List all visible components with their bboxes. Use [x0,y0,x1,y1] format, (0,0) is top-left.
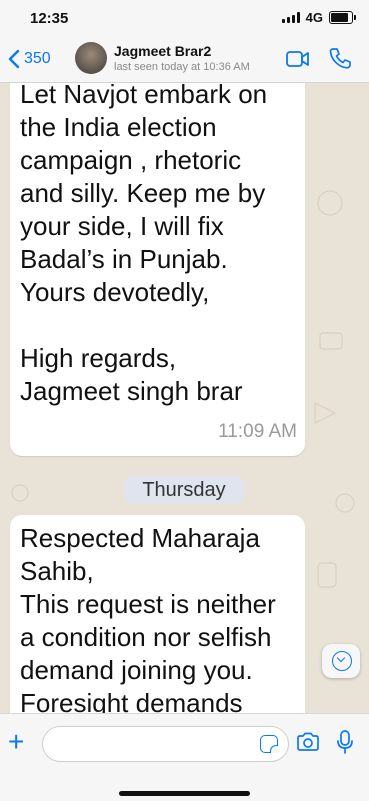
message-line: Jagmeet singh brar [20,376,243,406]
status-time: 12:35 [30,10,69,27]
microphone-icon[interactable] [336,730,354,754]
battery-icon [329,11,356,24]
sticker-icon[interactable] [260,735,278,753]
contact-info[interactable]: Jagmeet Brar2 last seen today at 10:36 A… [114,43,250,73]
message-line: demand joining you. [20,655,253,685]
message-composer: + [0,713,369,801]
message-line: Sahib, [20,556,94,586]
message-bubble-incoming[interactable]: Let Navjot embark on the India election … [10,83,305,456]
message-line: Respected Maharaja [20,523,260,553]
unread-count: 350 [24,50,51,67]
chevron-down-icon [332,651,352,671]
message-time: 11:09 AM [218,421,297,442]
message-line: and silly. Keep me by [20,178,266,208]
scroll-to-bottom-button[interactable] [322,644,360,678]
plus-icon[interactable]: + [8,728,24,756]
contact-name: Jagmeet Brar2 [114,43,212,59]
message-line: Yours devotedly, [20,277,210,307]
message-input[interactable] [42,726,289,762]
chevron-left-icon [8,49,20,69]
video-call-icon[interactable] [286,50,310,68]
back-button[interactable]: 350 [8,49,51,69]
message-line: your side, I will fix [20,211,224,241]
message-line: Let Navjot embark on [20,83,268,109]
chat-header: 350 Jagmeet Brar2 last seen today at 10:… [0,36,369,83]
status-indicators: 4G [281,10,356,25]
message-line: This request is neither [20,589,276,619]
network-label: 4G [305,10,323,25]
message-line: Foresight demands [20,688,243,713]
message-bubble-incoming[interactable]: Respected Maharaja Sahib, This request i… [10,515,305,713]
message-line: Badal’s in Punjab. [20,244,228,274]
last-seen: last seen today at 10:36 AM [114,61,250,73]
status-bar: 12:35 4G [0,0,369,36]
home-indicator [119,791,250,796]
message-line: the India election [20,112,217,142]
signal-icon [281,12,300,23]
chat-area[interactable]: Let Navjot embark on the India election … [0,83,369,713]
camera-icon[interactable] [296,732,320,752]
message-line: High regards, [20,343,177,373]
message-line: a condition nor selfish [20,622,272,652]
avatar[interactable] [75,42,107,74]
message-line: campaign , rhetoric [20,145,242,175]
phone-icon[interactable] [329,47,351,69]
day-separator: Thursday [124,476,244,504]
